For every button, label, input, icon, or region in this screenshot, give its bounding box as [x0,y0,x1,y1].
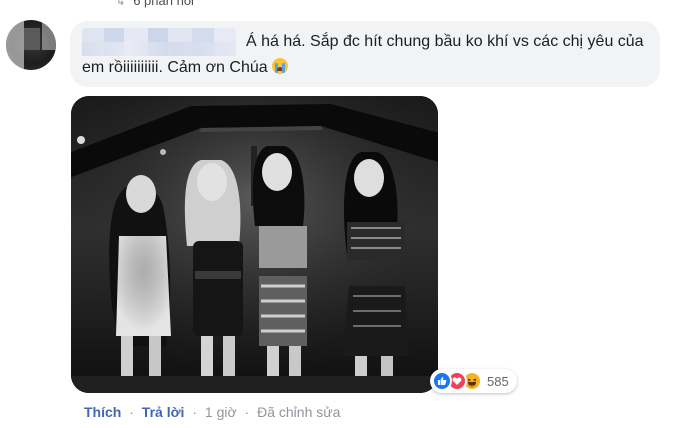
crying-face-icon [271,58,288,74]
comment-text: Á há há. Sắp đc hít chung bầu ko khí vs … [82,33,644,76]
like-link[interactable]: Thích [84,404,121,420]
replies-count-label: 6 phản hồi [133,0,194,8]
avatar[interactable] [6,20,56,70]
like-reaction-icon [432,371,452,391]
comment-thread: ↳ 6 phản hồi Á há há. Sắp đc hít chung bầ… [0,0,700,428]
reaction-count: 585 [487,373,509,389]
edited-label[interactable]: Đã chỉnh sửa [257,404,340,420]
comment-body: Á há há. Sắp đc hít chung bầu ko khí vs … [82,29,648,81]
separator: · [129,404,134,420]
reply-arrow-icon: ↳ [116,0,126,8]
comment-photo[interactable] [71,96,438,393]
separator: · [244,404,250,420]
comment-bubble: Á há há. Sắp đc hít chung bầu ko khí vs … [70,21,660,87]
comment-actions: Thích · Trả lời · 1 giờ · Đã chỉnh sửa [84,404,340,420]
view-replies-link[interactable]: ↳ 6 phản hồi [116,0,194,8]
reactions-summary[interactable]: 585 [430,369,517,393]
timestamp[interactable]: 1 giờ [205,404,237,420]
reply-link[interactable]: Trả lời [142,404,185,420]
separator: · [192,404,197,420]
